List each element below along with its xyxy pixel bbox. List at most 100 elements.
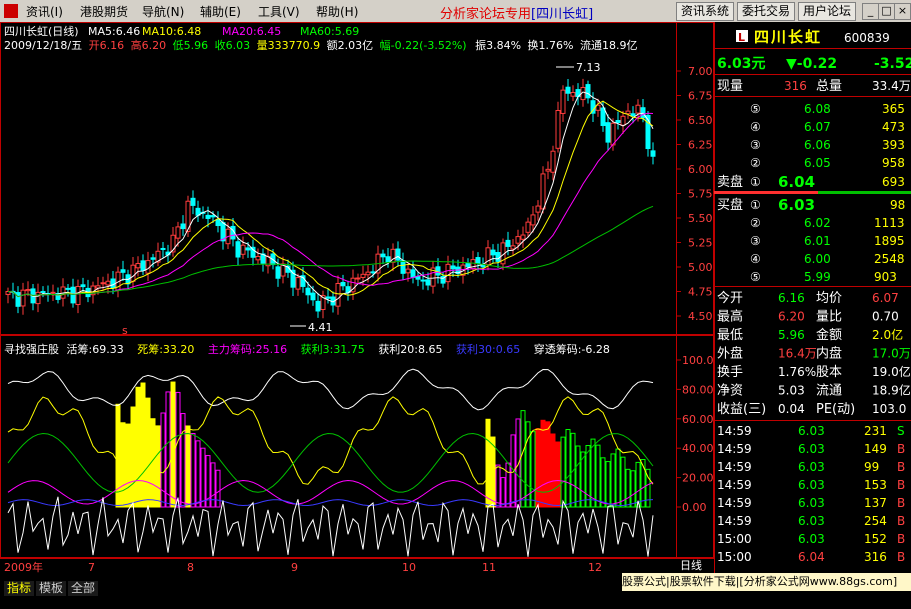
candle-body (445, 263, 451, 283)
indicator-bar (160, 412, 166, 508)
ad-banner[interactable]: 股票公式|股票软件下载|[分析家公式网www.88gs.com] (622, 573, 911, 591)
candle-body (245, 247, 251, 251)
high-price-marker: 7.13 (576, 61, 601, 74)
tick-vol: 153 (864, 478, 887, 492)
price-axis-label: 4.50 (688, 310, 713, 323)
menu-item-info[interactable]: 资讯(I) (26, 3, 63, 20)
candle-body (545, 168, 551, 172)
menu-item-hk-futures[interactable]: 港股期货 (80, 3, 128, 20)
sell-price: 6.08 (804, 102, 831, 116)
indicator-bar (585, 445, 591, 508)
candle-body (130, 264, 136, 282)
info-turnover: 换1.76% (528, 38, 574, 52)
candle-body (365, 271, 371, 276)
menu-item-help[interactable]: 帮助(H) (316, 3, 358, 20)
sell-level: ③ (750, 138, 761, 152)
indicator-marks (7, 368, 654, 557)
candle-body (340, 281, 346, 287)
indicator-bar (170, 381, 176, 508)
candle-body (150, 257, 156, 260)
window-title-main: 分析家论坛专用 (440, 7, 532, 22)
tab-all[interactable]: 全部 (68, 581, 99, 596)
tick-vol: 99 (864, 460, 879, 474)
minimize-icon[interactable]: _ (862, 3, 879, 20)
tick-time: 14:59 (717, 424, 752, 438)
info-system-button[interactable]: 资讯系统 (676, 2, 735, 21)
buy1-vol: 98 (890, 198, 905, 212)
period-label: 日线 (680, 558, 702, 572)
indicator-bar (630, 470, 636, 508)
buy1-level: ① (750, 198, 761, 212)
buy-vol: 2548 (874, 252, 905, 266)
tab-indicator[interactable]: 指标 (4, 581, 35, 596)
sell1-vol: 693 (882, 175, 905, 189)
price-change-pct: -3.52 (874, 56, 911, 72)
tick-vol: 254 (864, 514, 887, 528)
indicator-bar (600, 457, 606, 508)
indicator-axis-label: 40.00 (682, 442, 714, 455)
indicator-bar (130, 406, 136, 508)
date-label-year: 2009年 (4, 560, 43, 574)
candle-body (520, 234, 526, 240)
buy-level: ② (750, 216, 761, 230)
info-high: 高6.20 (131, 38, 167, 52)
tick-price: 6.03 (798, 460, 825, 474)
candle-body (160, 247, 166, 250)
info-change: 幅-0.22(-3.52%) (380, 39, 467, 52)
candle-body (585, 84, 591, 99)
forum-button[interactable]: 用户论坛 (798, 2, 857, 21)
tick-list[interactable]: 14:59 6.03 231 S 14:59 6.03 149 B 14:59 6.03 99 B 14… (717, 424, 905, 564)
trade-button[interactable]: 委托交易 (737, 2, 796, 21)
total-vol-label: 总量 (816, 79, 842, 94)
candle-body (475, 257, 481, 264)
candle-body (255, 255, 261, 261)
indicator-bar (540, 419, 546, 508)
candle-body (625, 110, 631, 115)
indicator-name: 寻找强庄股 (4, 342, 59, 356)
indicator-axis-label: 20.00 (682, 472, 714, 485)
sell1-price: 6.04 (778, 173, 815, 191)
candle-body (630, 113, 636, 117)
chart-canvas[interactable]: 四川长虹(日线) MA5:6.46 MA10:6.48 MA20:6.45 MA… (0, 22, 721, 581)
candle-body (380, 253, 386, 258)
indicator-bar (485, 418, 491, 508)
candle-body (565, 86, 571, 94)
stat-value: 6.16 (778, 291, 805, 305)
buy-level: ⑤ (750, 270, 761, 284)
stat-label: 外盘 (717, 346, 743, 362)
close-icon[interactable]: × (894, 3, 911, 20)
tab-template[interactable]: 模板 (36, 581, 67, 596)
buy-ratio-bar (818, 191, 911, 194)
candle-body (70, 286, 76, 304)
tick-vol: 316 (864, 550, 887, 564)
restore-icon[interactable]: □ (878, 3, 895, 20)
chart-area[interactable]: 四川长虹(日线) MA5:6.46 MA10:6.48 MA20:6.45 MA… (0, 22, 721, 581)
last-price: 6.03元 (717, 56, 766, 72)
candle-body (505, 239, 511, 247)
candle-body (605, 122, 611, 143)
menu-item-tools[interactable]: 工具(V) (258, 3, 300, 20)
indicator-bar (185, 425, 191, 508)
stat-value: 1.76% (778, 365, 816, 379)
indicator-bar (595, 444, 601, 508)
date-label-nov: 11 (482, 561, 496, 574)
quote-panel: L 四川长虹 600839 6.03元 ▼-0.22 -3.52 现量 316 … (714, 22, 911, 581)
candle-body (405, 268, 411, 274)
buy-level: ③ (750, 234, 761, 248)
menu-item-navigate[interactable]: 导航(N) (142, 3, 184, 20)
menu-item-assist[interactable]: 辅助(E) (200, 3, 241, 20)
indicator-bar (575, 445, 581, 508)
candle-body (305, 287, 311, 296)
ma5-label: MA5:6.46 (88, 25, 140, 38)
candle-body (650, 150, 656, 157)
tick-time: 14:59 (717, 478, 752, 492)
candle-body (65, 287, 71, 290)
ma20-label: MA20:6.45 (222, 25, 281, 38)
candle-body (105, 280, 111, 286)
stat-label: 金额 (816, 327, 842, 343)
candle-body (480, 265, 486, 268)
indicator-axis-label: 80.00 (682, 383, 714, 396)
indicator-axis-label: 100.00 (682, 354, 714, 367)
stat-label: 换手 (717, 365, 743, 380)
candle-body (515, 236, 521, 244)
